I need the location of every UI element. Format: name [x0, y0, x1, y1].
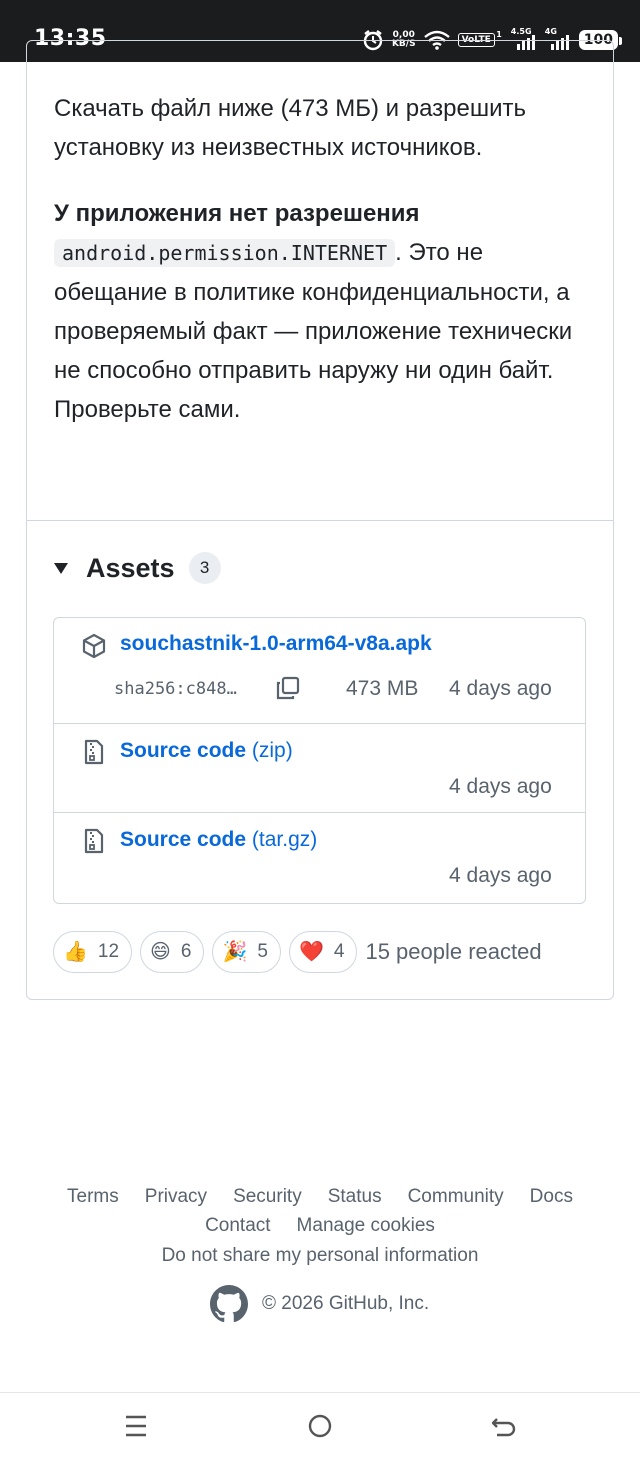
smile-icon: 😄 — [150, 941, 171, 963]
back-icon[interactable] — [491, 1413, 517, 1439]
file-zip-icon — [84, 739, 104, 765]
asset-link-targz[interactable]: Source code (tar.gz) — [120, 828, 317, 852]
assets-count-badge: 3 — [188, 552, 221, 584]
footer-link-contact[interactable]: Contact — [205, 1215, 270, 1237]
footer-links: Terms Privacy Security Status Community … — [0, 1186, 640, 1208]
footer-link-terms[interactable]: Terms — [67, 1186, 119, 1208]
reaction-tada[interactable]: 🎉 5 — [212, 931, 281, 973]
asset-sha: sha256:c848… — [114, 679, 237, 699]
file-zip-icon — [84, 828, 104, 854]
permission-code: android.permission.INTERNET — [54, 239, 396, 267]
footer-links-3: Do not share my personal information — [0, 1245, 640, 1267]
reaction-smile[interactable]: 😄 6 — [140, 931, 205, 973]
github-logo-icon[interactable] — [210, 1285, 248, 1323]
thumbs-up-icon: 👍 — [63, 941, 88, 963]
footer-link-do-not-share[interactable]: Do not share my personal information — [162, 1245, 479, 1267]
home-icon[interactable] — [307, 1413, 333, 1439]
reactions-summary: 15 people reacted — [365, 939, 542, 964]
release-description: Скачать файл ниже (473 МБ) и разрешить у… — [54, 95, 527, 161]
permission-note: У приложения нет разрешения android.perm… — [54, 194, 594, 429]
heart-icon: ❤️ — [298, 941, 324, 963]
menu-icon[interactable] — [123, 1413, 149, 1439]
reactions-bar: 👍 12 😄 6 🎉 5 ❤️ 4 15 people reacted — [53, 931, 542, 973]
footer-link-security[interactable]: Security — [233, 1186, 302, 1208]
asset-size: 473 MB — [346, 677, 419, 700]
asset-date: 4 days ago — [449, 775, 552, 798]
footer-link-privacy[interactable]: Privacy — [145, 1186, 207, 1208]
footer-links-2: Contact Manage cookies — [0, 1215, 640, 1237]
assets-toggle[interactable]: Assets 3 — [54, 548, 221, 588]
triangle-down-icon — [54, 562, 68, 574]
asset-date: 4 days ago — [449, 864, 552, 887]
permission-note-bold: У приложения нет разрешения — [54, 200, 420, 227]
asset-link-zip[interactable]: Source code (zip) — [120, 739, 293, 763]
row-divider — [54, 812, 585, 813]
footer-link-manage-cookies[interactable]: Manage cookies — [297, 1215, 435, 1237]
reaction-heart[interactable]: ❤️ 4 — [288, 931, 358, 973]
tada-icon: 🎉 — [222, 941, 248, 963]
copy-icon[interactable] — [275, 675, 301, 701]
assets-title: Assets — [86, 552, 175, 583]
asset-link-apk[interactable]: souchastnik-1.0-arm64-v8a.apk — [120, 632, 432, 656]
row-divider — [54, 723, 585, 724]
asset-date: 4 days ago — [449, 677, 552, 700]
footer-link-community[interactable]: Community — [408, 1186, 504, 1208]
android-nav-bar — [0, 1392, 640, 1458]
card-divider — [27, 520, 613, 521]
copyright-text: © 2026 GitHub, Inc. — [262, 1293, 430, 1314]
footer-copyright: © 2026 GitHub, Inc. — [210, 1285, 429, 1323]
assets-list: souchastnik-1.0-arm64-v8a.apk sha256:c84… — [53, 617, 586, 904]
reaction-thumbs-up[interactable]: 👍 12 — [53, 931, 133, 973]
footer-link-docs[interactable]: Docs — [530, 1186, 573, 1208]
package-icon — [82, 633, 106, 659]
footer-link-status[interactable]: Status — [328, 1186, 382, 1208]
